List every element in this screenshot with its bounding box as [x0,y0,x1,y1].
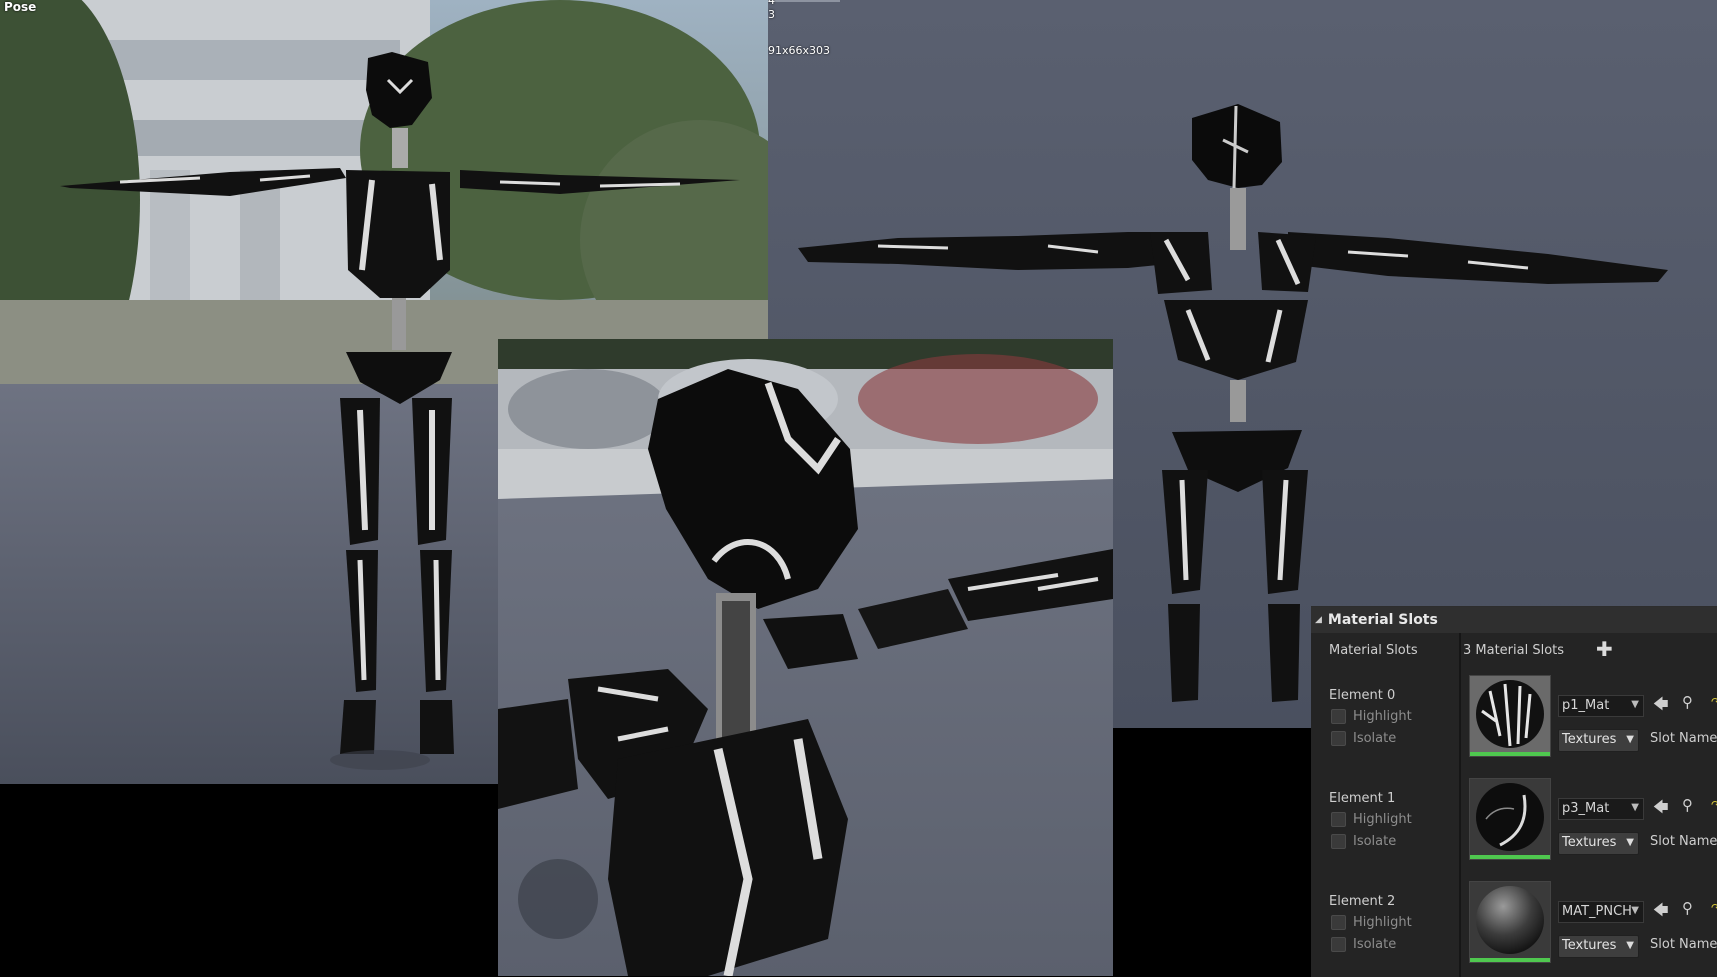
dropdown-arrow-icon: ▼ [1626,734,1634,745]
grey-sphere-icon [1470,882,1550,962]
material-slots-body: Material Slots 3 Material Slots ✚ Elemen… [1311,633,1717,977]
stats-line-0: 4 [768,0,775,7]
column-divider[interactable] [1459,633,1461,977]
slot-name-label: Slot Name [1650,937,1717,952]
material-select-value: p3_Mat [1562,801,1610,816]
material-thumbnail[interactable] [1469,778,1551,860]
isolate-checkbox[interactable] [1331,731,1346,746]
dropdown-arrow-icon: ▼ [1626,837,1634,848]
isolate-checkbox[interactable] [1331,834,1346,849]
dropdown-arrow-icon: ▼ [1631,802,1639,813]
reset-indicator-icon[interactable]: ↷ [1711,798,1717,812]
isolate-toggle[interactable]: Isolate [1331,834,1396,849]
material-slots-label: Material Slots [1329,643,1418,658]
material-status-bar [1470,958,1550,962]
highlight-checkbox[interactable] [1331,915,1346,930]
highlight-checkbox[interactable] [1331,812,1346,827]
material-slots-header[interactable]: ◢ Material Slots [1311,607,1717,633]
viewport-closeup[interactable] [498,339,1113,976]
isolate-label: Isolate [1353,834,1397,849]
use-selected-arrow-icon[interactable]: 🡄 [1653,900,1669,925]
slot-count: 3 Material Slots [1463,643,1565,658]
textures-dropdown[interactable]: Textures ▼ [1558,832,1639,855]
element-label: Element 2 [1329,894,1396,909]
textures-label: Textures [1562,835,1617,850]
highlight-label: Highlight [1353,812,1412,827]
dropdown-arrow-icon: ▼ [1631,905,1639,916]
stats-line-1: 3 [768,8,775,21]
add-slot-button[interactable]: ✚ [1596,637,1613,661]
textures-dropdown[interactable]: Textures ▼ [1558,935,1639,958]
slot-name-label: Slot Name [1650,731,1717,746]
collapse-triangle-icon[interactable]: ◢ [1315,615,1322,625]
plus-icon: ✚ [1596,637,1613,661]
material-slots-title: Material Slots [1327,612,1438,628]
textures-dropdown[interactable]: Textures ▼ [1558,729,1639,752]
striped-sphere-icon [1470,676,1550,756]
isolate-label: Isolate [1353,937,1397,952]
material-thumbnail[interactable] [1469,881,1551,963]
reset-indicator-icon[interactable]: ↷ [1711,901,1717,915]
slot-name-label: Slot Name [1650,834,1717,849]
isolate-label: Isolate [1353,731,1397,746]
browse-search-icon[interactable]: ⚲ [1682,693,1693,711]
highlight-toggle[interactable]: Highlight [1331,812,1412,827]
isolate-toggle[interactable]: Isolate [1331,937,1396,952]
reset-indicator-icon[interactable]: ↷ [1711,695,1717,709]
textures-label: Textures [1562,938,1617,953]
element-label: Element 0 [1329,688,1396,703]
material-select-value: p1_Mat [1562,698,1610,713]
use-selected-arrow-icon[interactable]: 🡄 [1653,694,1669,719]
highlight-toggle[interactable]: Highlight [1331,709,1412,724]
material-select-value: MAT_PNCH [1562,904,1632,919]
highlight-checkbox[interactable] [1331,709,1346,724]
browse-search-icon[interactable]: ⚲ [1682,796,1693,814]
stats-line-2: 91x66x303 [768,44,831,57]
viewport-closeup-scene [498,339,1113,976]
element-label: Element 1 [1329,791,1396,806]
material-select[interactable]: p3_Mat ▼ [1558,798,1644,820]
isolate-checkbox[interactable] [1331,937,1346,952]
isolate-toggle[interactable]: Isolate [1331,731,1396,746]
material-status-bar [1470,752,1550,756]
highlight-label: Highlight [1353,915,1412,930]
material-thumbnail[interactable] [1469,675,1551,757]
material-status-bar [1470,855,1550,859]
textures-label: Textures [1562,732,1617,747]
use-selected-arrow-icon[interactable]: 🡄 [1653,797,1669,822]
material-slots-panel: ◢ Material Slots Material Slots 3 Materi… [1311,606,1717,977]
highlight-toggle[interactable]: Highlight [1331,915,1412,930]
dropdown-arrow-icon: ▼ [1626,940,1634,951]
material-select[interactable]: p1_Mat ▼ [1558,695,1644,717]
dropdown-arrow-icon: ▼ [1631,699,1639,710]
browse-search-icon[interactable]: ⚲ [1682,899,1693,917]
material-select[interactable]: MAT_PNCH ▼ [1558,901,1644,923]
dark-sphere-line-icon [1470,779,1550,859]
highlight-label: Highlight [1353,709,1412,724]
viewport-title: Pose [4,0,37,14]
